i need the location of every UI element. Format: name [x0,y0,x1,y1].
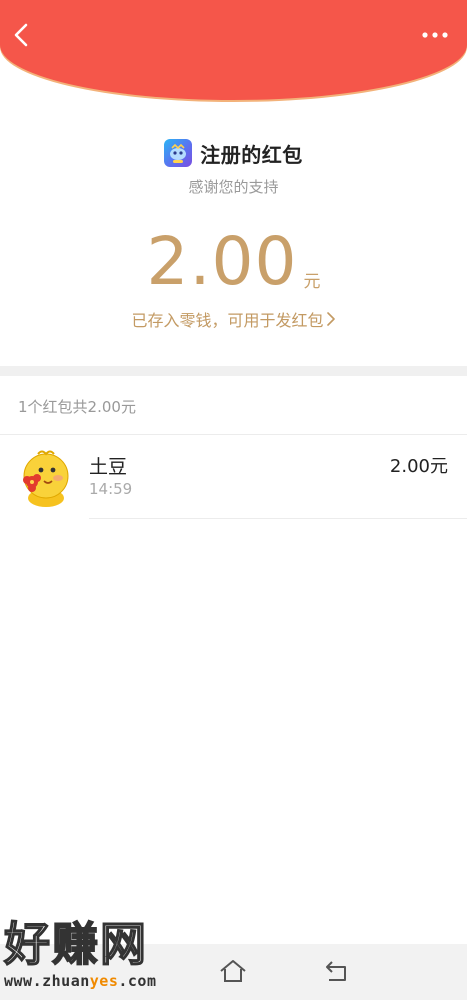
sender-subtitle: 感谢您的支持 [188,178,279,196]
sender-row: 注册的红包 [0,137,467,169]
back-arrow-icon[interactable] [323,958,351,984]
receiver-name: 土豆 [89,456,128,478]
divider-line [89,518,467,519]
home-icon[interactable] [218,958,248,984]
watermark-url: www.zhuanyes.com [4,972,157,990]
sender-name: 注册的红包 [200,142,303,167]
section-divider [0,366,467,376]
packet-summary: 1个红包共2.00元 [18,398,136,416]
site-watermark: 好赚网 www.zhuanyes.com [0,916,200,1000]
receiver-row[interactable]: 土豆 14:59 2.00元 [0,446,467,518]
more-dots-icon[interactable] [421,26,449,44]
watermark-title: 好赚网 [3,916,148,972]
divider-line [0,434,467,435]
chevron-left-icon[interactable] [10,22,34,48]
stored-link-label: 已存入零钱，可用于发红包 [131,311,324,330]
amount-row: 2.00 元 [0,222,467,302]
cartoon-avatar-icon [23,450,69,507]
amount-value: 2.00 [146,223,298,300]
app-icon [164,139,193,167]
chevron-right-icon [326,312,335,326]
amount-unit: 元 [303,272,321,292]
stored-to-change-link[interactable]: 已存入零钱，可用于发红包 [0,307,467,331]
receiver-amount: 2.00元 [389,456,448,477]
red-packet-header [0,0,467,100]
receiver-time: 14:59 [89,480,133,498]
